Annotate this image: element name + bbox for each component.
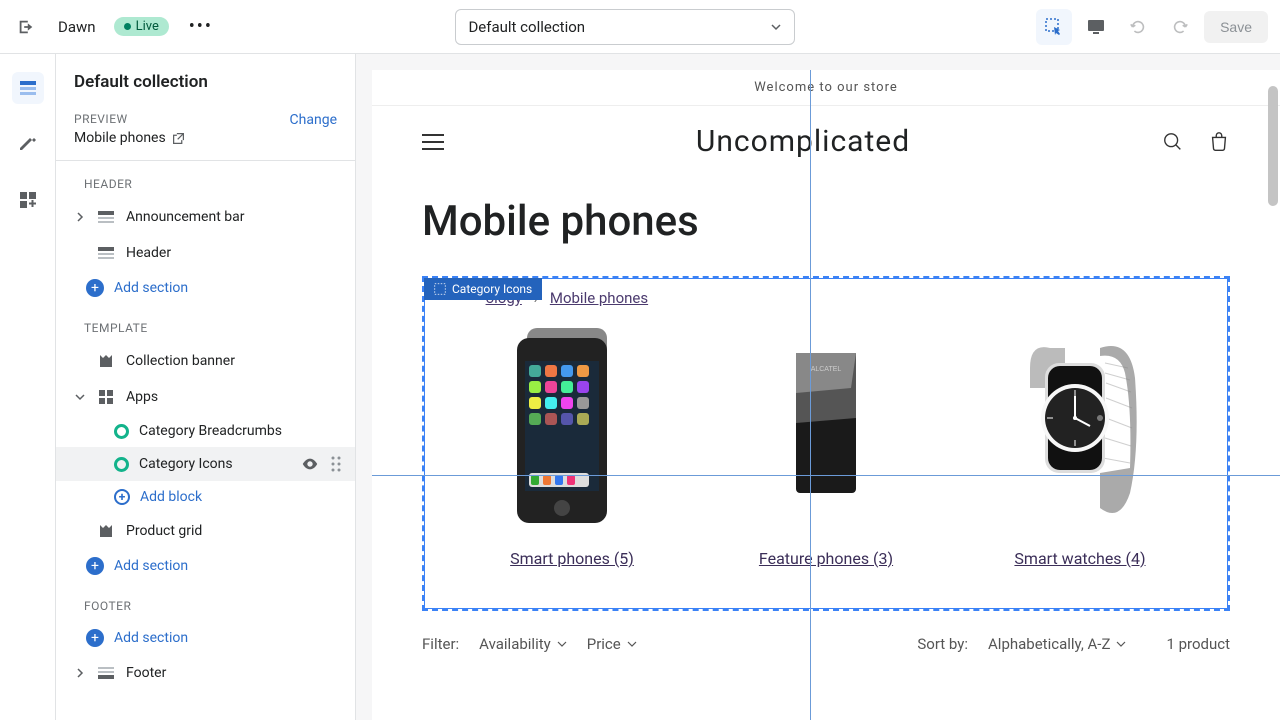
drag-handle-icon[interactable] [329, 455, 343, 473]
undo-button[interactable] [1120, 9, 1156, 45]
apps-rail-button[interactable] [12, 184, 44, 216]
save-button[interactable]: Save [1204, 11, 1268, 43]
svg-text:ALCATEL: ALCATEL [811, 366, 842, 373]
category-image [980, 323, 1180, 533]
desktop-view-button[interactable] [1078, 9, 1114, 45]
search-icon[interactable] [1162, 131, 1184, 153]
group-footer: FOOTER [56, 583, 355, 621]
group-header: HEADER [56, 161, 355, 199]
exit-button[interactable] [12, 13, 40, 41]
preview-area: Welcome to our store Uncomplicated Mobil… [356, 54, 1280, 720]
breadcrumb: Technology › Mobile phones [425, 279, 1227, 323]
category-image: ALCATEL [726, 323, 926, 533]
left-rail [0, 54, 56, 720]
category-image [472, 323, 672, 533]
category-link[interactable]: Smart watches (4) [1014, 549, 1145, 568]
add-section-footer[interactable]: + Add section [56, 621, 355, 655]
template-selector[interactable]: Default collection [455, 9, 795, 45]
block-tag-icon [434, 283, 446, 295]
caret-right-icon [76, 668, 84, 678]
tree-item-header[interactable]: Header [56, 235, 355, 271]
sidebar: Default collection PREVIEW Mobile phones… [56, 54, 356, 720]
caret-right-icon [76, 212, 84, 222]
tree-item-category-icons[interactable]: Category Icons [56, 447, 355, 481]
preview-frame: Welcome to our store Uncomplicated Mobil… [372, 70, 1280, 720]
sort-dropdown[interactable]: Alphabetically, A-Z [988, 635, 1126, 653]
apps-icon [96, 387, 116, 407]
banner-icon [96, 521, 116, 541]
filter-price[interactable]: Price [587, 635, 637, 653]
filter-availability[interactable]: Availability [479, 635, 567, 653]
more-button[interactable]: ••• [187, 13, 215, 41]
chevron-down-icon [1116, 640, 1126, 648]
product-count: 1 product [1166, 635, 1230, 653]
theme-settings-rail-button[interactable] [12, 128, 44, 160]
breadcrumb-link[interactable]: Mobile phones [550, 289, 648, 307]
block-tag: Category Icons [424, 278, 542, 300]
template-selector-label: Default collection [468, 18, 585, 36]
tree-item-collection-banner[interactable]: Collection banner [56, 343, 355, 379]
scrollbar[interactable] [1268, 86, 1278, 206]
inspector-button[interactable] [1036, 9, 1072, 45]
filter-label: Filter: [422, 635, 459, 653]
store-header: Uncomplicated [372, 106, 1280, 177]
sections-rail-button[interactable] [12, 72, 44, 104]
plus-icon: + [86, 279, 104, 297]
cart-icon[interactable] [1208, 131, 1230, 153]
preview-label: PREVIEW [74, 112, 185, 126]
add-block[interactable]: + Add block [56, 481, 355, 513]
tree-item-category-breadcrumbs[interactable]: Category Breadcrumbs [56, 415, 355, 447]
app-block-icon [114, 424, 129, 439]
banner-icon [96, 351, 116, 371]
top-bar: Dawn Live ••• Default collection Save [0, 0, 1280, 54]
filter-bar: Filter: Availability Price Sort by: Alph… [372, 611, 1280, 653]
announcement-bar: Welcome to our store [372, 70, 1280, 106]
chevron-down-icon [770, 21, 782, 33]
visibility-icon[interactable] [301, 455, 319, 473]
caret-down-icon [75, 393, 85, 401]
tree-item-announcement-bar[interactable]: Announcement bar [56, 199, 355, 235]
collection-title: Mobile phones [372, 177, 1280, 276]
category-link[interactable]: Feature phones (3) [759, 549, 893, 568]
section-icon [96, 243, 116, 263]
section-icon [96, 663, 116, 683]
sort-label: Sort by: [917, 635, 968, 653]
app-block-icon [114, 457, 129, 472]
store-name: Uncomplicated [696, 124, 910, 159]
redo-button[interactable] [1162, 9, 1198, 45]
group-template: TEMPLATE [56, 305, 355, 343]
category-item[interactable]: Smart phones (5) [458, 323, 687, 568]
add-section-header[interactable]: + Add section [56, 271, 355, 305]
menu-button[interactable] [422, 134, 444, 150]
add-section-template[interactable]: + Add section [56, 549, 355, 583]
tree-item-apps[interactable]: Apps [56, 379, 355, 415]
plus-icon: + [86, 557, 104, 575]
app-block-selection[interactable]: Category Icons Technology › Mobile phone… [422, 276, 1230, 611]
chevron-down-icon [627, 640, 637, 648]
section-icon [96, 207, 116, 227]
external-link-icon [172, 132, 185, 145]
sidebar-title: Default collection [74, 72, 337, 92]
category-link[interactable]: Smart phones (5) [510, 549, 634, 568]
tree-item-footer[interactable]: Footer [56, 655, 355, 691]
preview-value[interactable]: Mobile phones [74, 130, 185, 146]
live-badge: Live [114, 17, 169, 36]
category-item[interactable]: Smart watches (4) [966, 323, 1195, 568]
plus-icon: + [114, 489, 130, 505]
chevron-down-icon [557, 640, 567, 648]
tree-item-product-grid[interactable]: Product grid [56, 513, 355, 549]
category-item[interactable]: ALCATEL Feature phones (3) [712, 323, 941, 568]
theme-name: Dawn [58, 18, 96, 36]
change-preview-link[interactable]: Change [290, 112, 337, 128]
plus-icon: + [86, 629, 104, 647]
